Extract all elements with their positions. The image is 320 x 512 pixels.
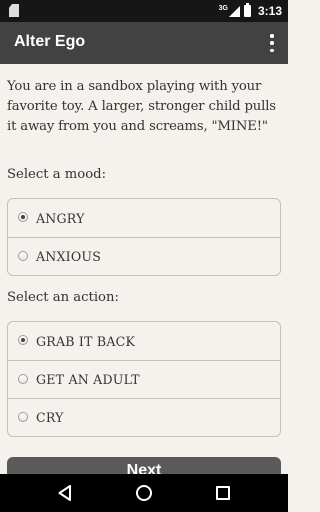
next-button[interactable]: Next bbox=[7, 457, 281, 474]
mood-label: Select a mood: bbox=[7, 167, 107, 182]
action-option-label: GET AN ADULT bbox=[36, 372, 140, 387]
navigation-bar bbox=[0, 474, 288, 512]
status-time: 3:13 bbox=[257, 4, 282, 18]
signal-icon bbox=[228, 5, 240, 17]
mood-option-label: ANXIOUS bbox=[36, 249, 102, 264]
radio-checked-icon[interactable] bbox=[18, 212, 28, 222]
action-label: Select an action: bbox=[7, 290, 119, 305]
app-title: Alter Ego bbox=[14, 33, 86, 50]
back-icon[interactable] bbox=[58, 485, 72, 501]
network-type: 3G bbox=[218, 4, 228, 12]
mood-radio-group: ANGRY ANXIOUS bbox=[7, 198, 281, 276]
radio-unchecked-icon[interactable] bbox=[18, 251, 28, 261]
radio-unchecked-icon[interactable] bbox=[18, 412, 28, 422]
radio-checked-icon[interactable] bbox=[18, 335, 28, 345]
action-option-cry[interactable]: CRY bbox=[8, 398, 280, 436]
action-option-get-an-adult[interactable]: GET AN ADULT bbox=[8, 360, 280, 398]
mood-option-label: ANGRY bbox=[36, 210, 85, 226]
action-option-grab-it-back[interactable]: GRAB IT BACK bbox=[8, 322, 280, 360]
action-radio-group: GRAB IT BACK GET AN ADULT CRY bbox=[7, 321, 281, 437]
radio-unchecked-icon[interactable] bbox=[18, 374, 28, 384]
app-bar: Alter Ego bbox=[0, 22, 288, 64]
mood-option-anxious[interactable]: ANXIOUS bbox=[8, 237, 280, 275]
status-bar: 3G 3:13 bbox=[0, 0, 288, 22]
sd-card-icon bbox=[9, 4, 19, 17]
home-icon[interactable] bbox=[136, 485, 152, 501]
action-option-label: GRAB IT BACK bbox=[36, 333, 136, 349]
main-content: You are in a sandbox playing with your f… bbox=[0, 64, 288, 474]
action-option-label: CRY bbox=[36, 410, 64, 425]
recents-icon[interactable] bbox=[216, 486, 230, 500]
battery-icon bbox=[243, 3, 251, 17]
scenario-text: You are in a sandbox playing with your f… bbox=[7, 79, 276, 134]
mood-option-angry[interactable]: ANGRY bbox=[8, 199, 280, 237]
overflow-menu-icon[interactable] bbox=[268, 34, 276, 52]
